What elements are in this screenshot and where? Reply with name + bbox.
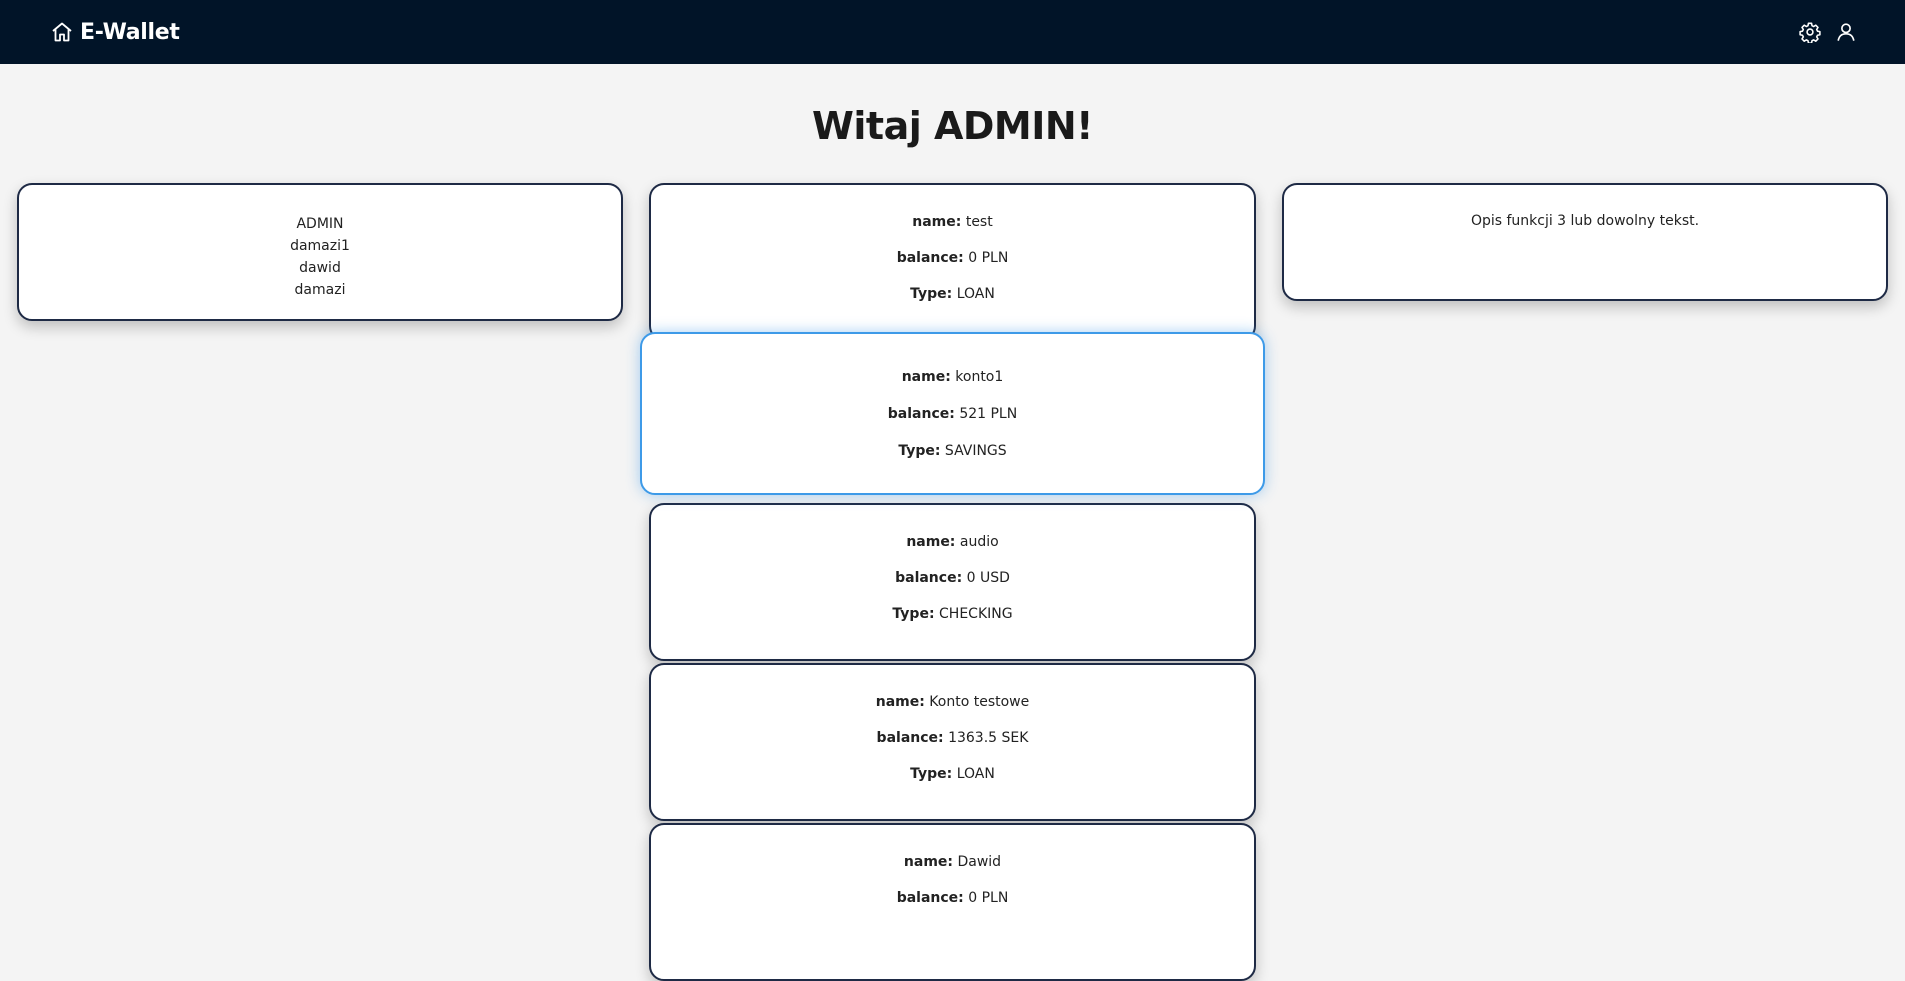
account-balance: 0 USD (966, 570, 1010, 586)
account-balance: 521 PLN (959, 406, 1018, 422)
brand-name: E-Wallet (80, 19, 180, 45)
balance-label: balance: (896, 890, 964, 906)
account-balance: 0 PLN (968, 250, 1009, 266)
navbar: E-Wallet (0, 0, 1905, 64)
user-item: damazi1 (290, 238, 350, 254)
account-type: CHECKING (939, 606, 1013, 622)
account-name: Dawid (957, 854, 1002, 870)
account-balance: 1363.5 SEK (948, 730, 1029, 746)
account-card[interactable]: name: audio balance: 0 USD Type: CHECKIN… (649, 503, 1256, 661)
user-item: dawid (299, 260, 341, 276)
info-text: Opis funkcji 3 lub dowolny tekst. (1470, 213, 1700, 229)
account-card[interactable]: name: Konto testowe balance: 1363.5 SEK … (649, 663, 1256, 821)
home-icon (50, 20, 74, 44)
account-card[interactable]: name: test balance: 0 PLN Type: LOAN (649, 183, 1256, 341)
account-name: audio (959, 534, 999, 550)
account-type: SAVINGS (944, 443, 1007, 459)
balance-label: balance: (887, 406, 955, 422)
home-link[interactable]: E-Wallet (50, 20, 180, 45)
gear-icon[interactable] (1799, 21, 1821, 43)
name-label: name: (901, 369, 951, 385)
users-card: ADMIN damazi1 dawid damazi (17, 183, 623, 321)
account-name: test (965, 214, 993, 230)
name-label: name: (875, 694, 925, 710)
name-label: name: (912, 214, 962, 230)
account-card[interactable]: name: Dawid balance: 0 PLN (649, 823, 1256, 981)
info-card: Opis funkcji 3 lub dowolny tekst. (1282, 183, 1888, 301)
account-name: Konto testowe (929, 694, 1030, 710)
page-title: Witaj ADMIN! (811, 104, 1094, 148)
user-icon[interactable] (1835, 21, 1857, 43)
user-item: ADMIN (296, 216, 344, 232)
navbar-actions (1799, 21, 1857, 43)
account-type: LOAN (956, 286, 995, 302)
user-item: damazi (294, 282, 346, 298)
type-label: Type: (892, 606, 935, 622)
name-label: name: (903, 854, 954, 870)
type-label: Type: (898, 443, 941, 459)
account-type: LOAN (956, 766, 995, 782)
balance-label: balance: (876, 730, 944, 746)
type-label: Type: (910, 766, 953, 782)
balance-label: balance: (896, 250, 964, 266)
account-card-hovered[interactable]: name: konto1 balance: 521 PLN Type: SAVI… (640, 332, 1265, 495)
account-name: konto1 (955, 369, 1004, 385)
type-label: Type: (910, 286, 953, 302)
name-label: name: (906, 534, 956, 550)
account-balance: 0 PLN (968, 890, 1009, 906)
balance-label: balance: (895, 570, 963, 586)
